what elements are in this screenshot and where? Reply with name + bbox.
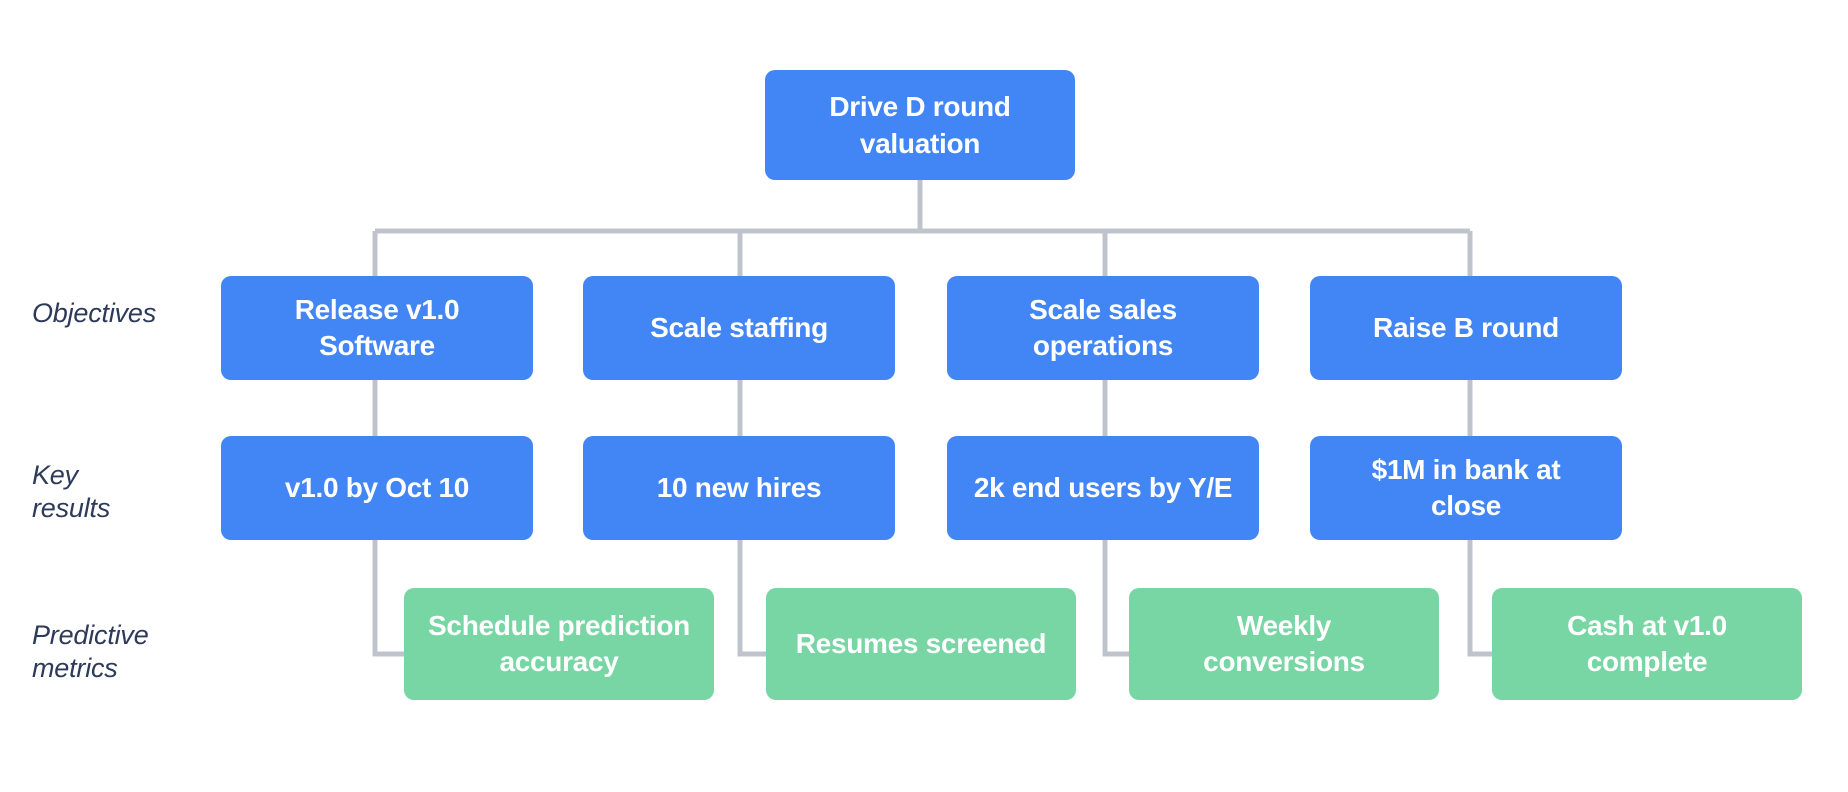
root-node-label: Drive D round valuation [829, 91, 1011, 159]
key-result-node-2-label: 10 new hires [656, 472, 822, 503]
row-label-objectives: Objectives [32, 298, 157, 328]
key-result-node-3[interactable]: 2k end users by Y/E [947, 436, 1259, 540]
predictive-metric-node-2-label: Resumes screened [795, 628, 1047, 659]
key-result-node-1-label: v1.0 by Oct 10 [284, 472, 470, 503]
row-label-predictive-metrics: Predictive metrics [32, 620, 149, 683]
connector-col2-kr-to-metric [737, 540, 768, 657]
predictive-metric-node-3-label: Weekly conversions [1203, 610, 1365, 677]
objective-node-3-label: Scale sales operations [1029, 294, 1177, 361]
objective-node-1[interactable]: Release v1.0 Software [221, 276, 533, 380]
predictive-metric-node-1-label: Schedule prediction accuracy [428, 610, 690, 677]
objective-node-2-label: Scale staffing [650, 312, 828, 343]
key-result-node-3-label: 2k end users by Y/E [973, 472, 1233, 503]
connector-col4-kr-to-metric [1467, 540, 1494, 657]
objective-node-4[interactable]: Raise B round [1310, 276, 1622, 380]
predictive-metric-node-2[interactable]: Resumes screened [766, 588, 1076, 700]
row-label-key-results: Key results [32, 460, 111, 523]
predictive-metric-node-3[interactable]: Weekly conversions [1129, 588, 1439, 700]
predictive-metric-node-4-label: Cash at v1.0 complete [1567, 610, 1727, 677]
key-result-node-4[interactable]: $1M in bank at close [1310, 436, 1622, 540]
root-node-drive-d-round-valuation[interactable]: Drive D round valuation [765, 70, 1075, 180]
objective-node-1-label: Release v1.0 Software [294, 294, 460, 361]
objective-node-4-label: Raise B round [1373, 312, 1559, 343]
okr-tree-diagram: Objectives Key results Predictive metric… [0, 0, 1848, 792]
objective-node-2[interactable]: Scale staffing [583, 276, 895, 380]
predictive-metric-node-4[interactable]: Cash at v1.0 complete [1492, 588, 1802, 700]
predictive-metric-node-1[interactable]: Schedule prediction accuracy [404, 588, 714, 700]
objective-node-3[interactable]: Scale sales operations [947, 276, 1259, 380]
connector-col1-kr-to-metric [372, 540, 406, 657]
key-result-node-4-label: $1M in bank at close [1371, 454, 1561, 521]
key-result-node-1[interactable]: v1.0 by Oct 10 [221, 436, 533, 540]
connector-col3-kr-to-metric [1102, 540, 1131, 657]
key-result-node-2[interactable]: 10 new hires [583, 436, 895, 540]
